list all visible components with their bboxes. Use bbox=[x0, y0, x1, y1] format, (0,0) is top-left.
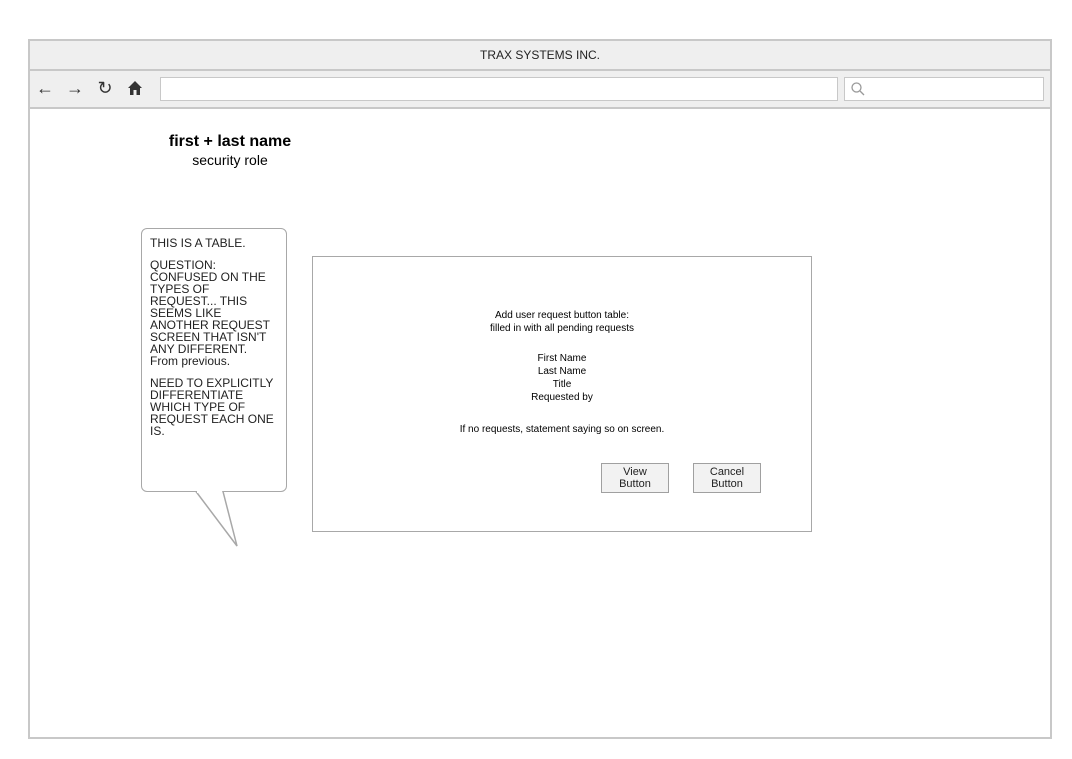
table-description: Add user request button table: filled in… bbox=[313, 309, 811, 335]
window-title: TRAX SYSTEMS INC. bbox=[479, 48, 601, 62]
cancel-button[interactable]: Cancel Button bbox=[693, 463, 761, 493]
column-title: Title bbox=[552, 379, 572, 390]
reload-icon[interactable]: ↻ bbox=[94, 77, 116, 99]
table-description-line-2: filled in with all pending requests bbox=[490, 323, 634, 334]
window-titlebar: TRAX SYSTEMS INC. bbox=[30, 41, 1050, 71]
annotation-callout: THIS IS A TABLE. QUESTION: CONFUSED ON T… bbox=[141, 228, 287, 492]
search-input[interactable] bbox=[844, 77, 1044, 101]
cancel-button-label-1: Cancel bbox=[709, 466, 745, 478]
callout-tail bbox=[195, 490, 238, 547]
address-bar[interactable] bbox=[160, 77, 838, 101]
forward-arrow-icon[interactable]: → bbox=[64, 77, 86, 99]
browser-toolbar: ← → ↻ bbox=[30, 71, 1050, 109]
callout-text-3: NEED TO EXPLICITLY DIFFERENTIATE WHICH T… bbox=[150, 376, 274, 438]
callout-text-2: QUESTION: CONFUSED ON THE TYPES OF REQUE… bbox=[150, 258, 270, 368]
column-first-name: First Name bbox=[537, 353, 587, 364]
home-icon-glyph bbox=[128, 81, 142, 95]
user-name: first + last name bbox=[168, 133, 292, 150]
empty-state-note: If no requests, statement saying so on s… bbox=[459, 424, 665, 435]
callout-text-1: THIS IS A TABLE. bbox=[150, 236, 246, 250]
column-last-name: Last Name bbox=[537, 366, 587, 377]
cancel-button-label-2: Button bbox=[711, 478, 743, 490]
column-requested-by: Requested by bbox=[531, 392, 593, 403]
request-table-placeholder: Add user request button table: filled in… bbox=[312, 256, 812, 532]
view-button[interactable]: View Button bbox=[601, 463, 669, 493]
user-security-role: security role bbox=[192, 152, 268, 168]
table-description-line-1: Add user request button table: bbox=[495, 310, 629, 321]
home-icon[interactable] bbox=[124, 77, 146, 99]
table-columns: First Name Last Name Title Requested by bbox=[313, 352, 811, 404]
search-icon bbox=[851, 82, 865, 96]
view-button-label-2: Button bbox=[619, 478, 651, 490]
back-arrow-icon[interactable]: ← bbox=[34, 77, 56, 99]
view-button-label-1: View bbox=[623, 466, 647, 478]
